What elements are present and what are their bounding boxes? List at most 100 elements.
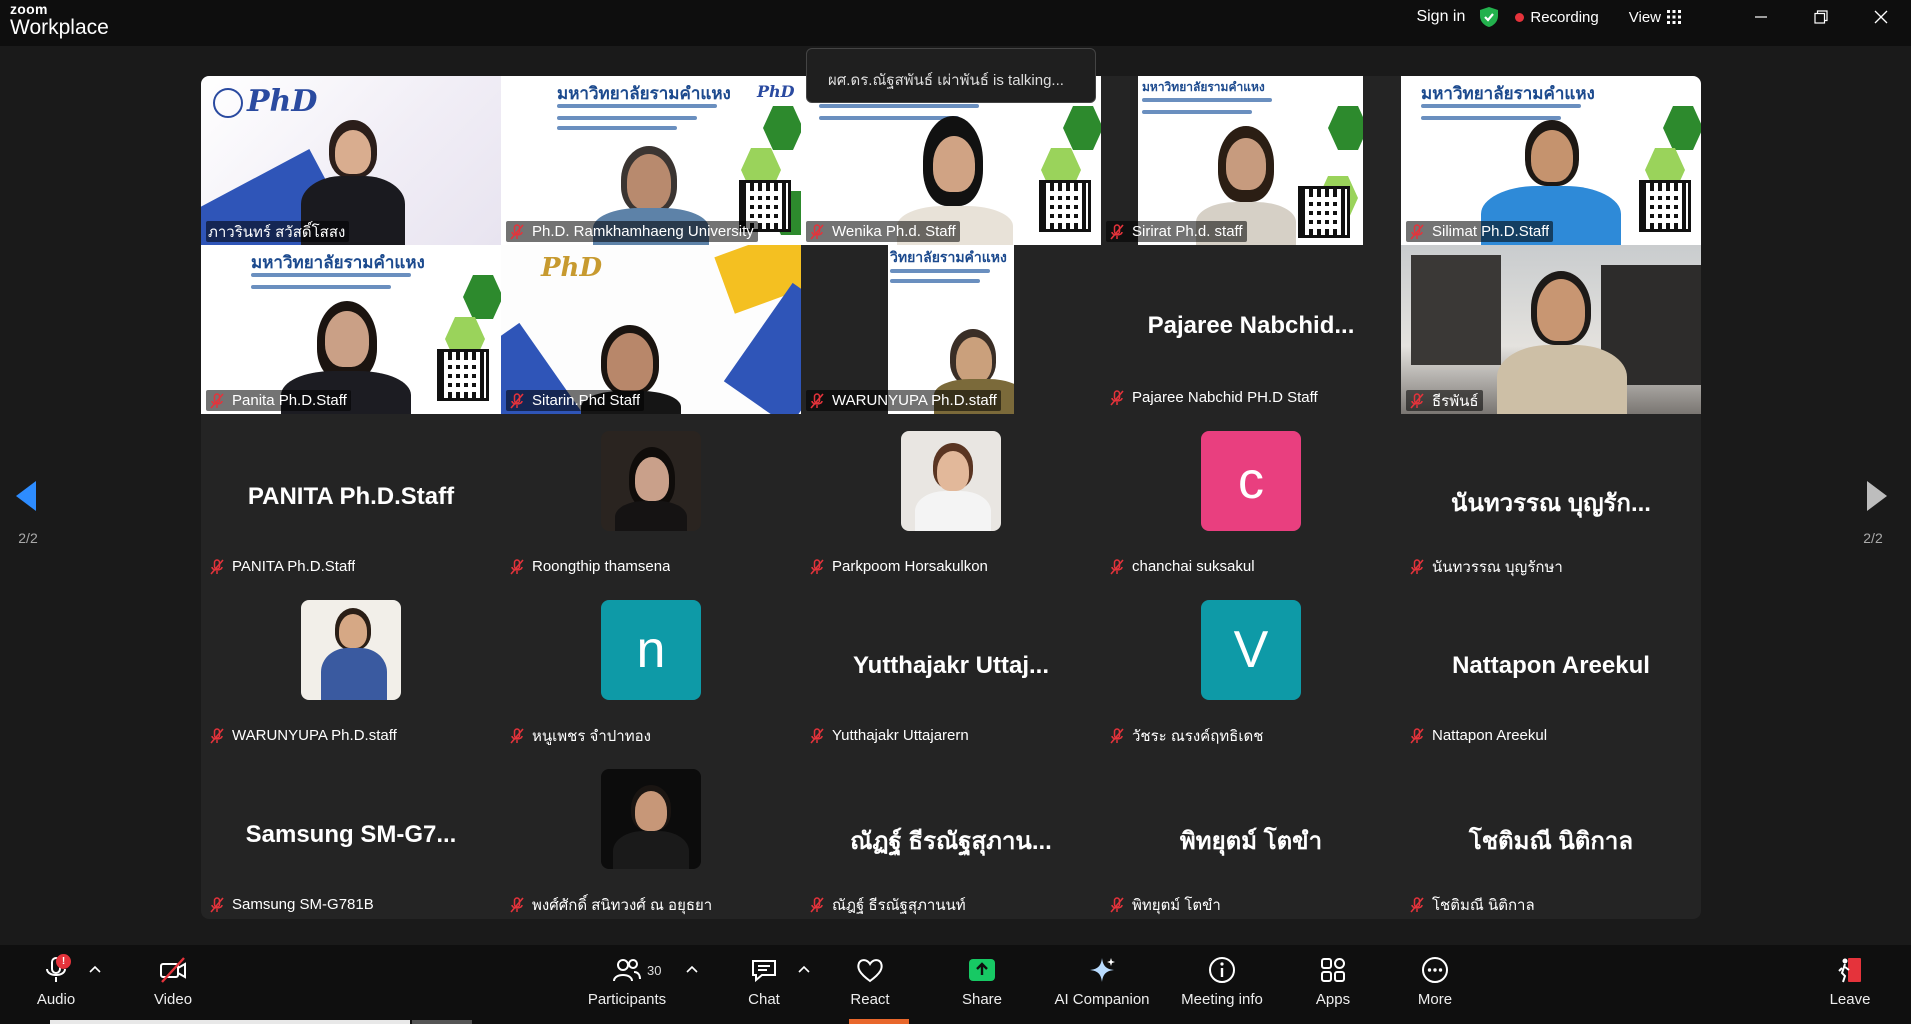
next-page-button[interactable]: 2/2 [1853,478,1893,558]
participants-options-chevron-icon[interactable] [686,965,698,973]
muted-mic-icon [1110,223,1124,240]
participant-name: WARUNYUPA Ph.D.staff [232,727,397,744]
view-button[interactable]: View [1629,9,1661,26]
participant-name-tag: พิทยุตม์ โตขำ [1106,894,1225,915]
participant-name: โชติมณี นิติกาล [1432,896,1535,914]
muted-mic-icon [1110,896,1124,913]
muted-mic-icon [810,727,824,744]
gallery-view: PhD ภาวรินทร์ สวัสดิ์โสสง มหาวิทยาลัยราม… [201,76,1701,919]
participant-tile[interactable]: พิทยุตม์ โตขำ พิทยุตม์ โตขำ [1101,752,1401,919]
muted-mic-icon [210,558,224,575]
muted-mic-icon [510,896,524,913]
participant-tile[interactable]: Parkpoom Horsakulkon [801,414,1101,583]
participant-tile[interactable]: V วัชระ ณรงค์ฤทธิเดช [1101,583,1401,752]
close-icon [1874,10,1888,24]
avatar [901,431,1001,531]
participant-video: มหาวิทยาลัยรามคำแหง PhD [501,76,801,245]
participant-name: Silimat Ph.D.Staff [1432,223,1550,240]
participant-tile[interactable]: Pajaree Nabchid... Pajaree Nabchid PH.D … [1101,245,1401,414]
participant-name: ภาวรินทร์ สวัสดิ์โสสง [208,223,346,241]
participant-name: วัชระ ณรงค์ฤทธิเดช [1132,727,1264,745]
audio-alert-badge: ! [56,954,71,969]
close-button[interactable] [1851,0,1911,34]
logo-zoom-text: zoom [10,1,48,17]
participant-tile[interactable]: c chanchai suksakul [1101,414,1401,583]
meeting-toolbar: Audio ! Video Participants 30 Chat React… [0,945,1911,1024]
participant-tile[interactable]: นันทวรรณ บุญรัก... นันทวรรณ บุญรักษา [1401,414,1701,583]
participant-tile[interactable]: WARUNYUPA Ph.D.staff [201,583,501,752]
muted-mic-icon [1410,727,1424,744]
meeting-info-button[interactable]: Meeting info [1177,945,1267,1024]
more-dots-icon [1422,957,1448,983]
apps-button[interactable]: Apps [1313,945,1353,1024]
bottom-indicator-line [50,1020,410,1024]
recording-label[interactable]: Recording [1530,9,1598,26]
muted-mic-icon [1410,896,1424,913]
participant-tile[interactable]: PANITA Ph.D.Staff PANITA Ph.D.Staff [201,414,501,583]
participant-tile[interactable]: มหาวิทยาลัยรามคำแหง Silimat Ph.D.Staff [1401,76,1701,245]
muted-mic-icon [810,392,824,409]
participant-tile[interactable]: Roongthip thamsena [501,414,801,583]
participants-button[interactable]: Participants [582,945,672,1024]
chat-button[interactable]: Chat [745,945,783,1024]
share-button[interactable]: Share [960,945,1004,1024]
participants-count: 30 [647,963,662,978]
participant-name-tag: WARUNYUPA Ph.D.staff [806,390,1001,411]
participant-tile[interactable]: ธีรพันธ์ [1401,245,1701,414]
leave-button[interactable]: Leave [1828,945,1872,1024]
participant-tile[interactable]: Samsung SM-G7... Samsung SM-G781B [201,752,501,919]
participant-video: มหาวิทยาลัยรามคำแหง [1101,76,1401,245]
active-speaker-text: ผศ.ดร.ณัฐสพันธ์ เผ่าพันธ์ is talking... [828,72,1064,89]
more-button[interactable]: More [1414,945,1456,1024]
muted-mic-icon [1110,727,1124,744]
participant-display-name: Nattapon Areekul [1452,652,1650,679]
chat-options-chevron-icon[interactable] [798,965,810,973]
participant-tile[interactable]: มหาวิทยาลัยรามคำแหง Panita Ph.D.Staff [201,245,501,414]
participant-name: Sitarin.Phd Staff [532,392,641,409]
participant-tile[interactable]: Yutthajakr Uttaj... Yutthajakr Uttajarer… [801,583,1101,752]
ai-companion-button[interactable]: AI Companion [1052,945,1152,1024]
participant-name-tag: Nattapon Areekul [1406,725,1551,746]
active-speaker-toast: ผศ.ดร.ณัฐสพันธ์ เผ่าพันธ์ is talking... [806,48,1096,103]
participant-tile[interactable]: พงศ์ศักดิ์ สนิทวงศ์ ณ อยุธยา [501,752,801,919]
security-shield-icon[interactable] [1479,6,1499,28]
phd-logo: PhD [247,84,318,119]
participant-tile[interactable]: มหาวิทยาลัยรามคำแหง Sirirat Ph.d. staff [1101,76,1401,245]
ai-sparkle-icon [1090,958,1115,982]
participant-display-name: ณัฏฐ์ ธีรณัฐสุภาน... [850,828,1052,855]
info-icon [1209,957,1235,983]
zoom-window: zoom Workplace Sign in Recording View ผศ… [0,0,1911,1024]
leave-exit-icon [1838,958,1861,983]
restore-button[interactable] [1791,0,1851,34]
participant-video: วิทยาลัยรามคำแหง [801,245,1101,414]
avatar [601,769,701,869]
participant-tile[interactable]: โชติมณี นิติกาล โชติมณี นิติกาล [1401,752,1701,919]
participant-tile[interactable]: PhD ภาวรินทร์ สวัสดิ์โสสง [201,76,501,245]
react-button[interactable]: React [850,945,890,1024]
participant-name-tag: Wenika Ph.d. Staff [806,221,960,242]
avatar [301,600,401,700]
participant-name-tag: chanchai suksakul [1106,556,1259,577]
participant-tile[interactable]: มหาวิทยาลัยรามคำแหง PhD Ph.D. Ramkhamhae… [501,76,801,245]
sign-in-link[interactable]: Sign in [1416,8,1465,26]
arrow-right-icon [1867,481,1887,511]
title-bar-controls: Sign in Recording View [1416,0,1911,34]
video-button[interactable]: Video [148,945,198,1024]
participant-tile[interactable]: n หนูเพชร จำปาทอง [501,583,801,752]
participant-name-tag: Panita Ph.D.Staff [206,390,351,411]
participant-tile[interactable]: Nattapon Areekul Nattapon Areekul [1401,583,1701,752]
participant-tile[interactable]: วิทยาลัยรามคำแหง WARUNYUPA Ph.D.staff [801,245,1101,414]
participant-display-name: Pajaree Nabchid... [1147,312,1355,339]
participant-name-tag: หนูเพชร จำปาทอง [506,725,655,746]
minimize-button[interactable] [1731,0,1791,34]
previous-page-button[interactable]: 2/2 [8,478,48,558]
view-grid-icon[interactable] [1667,10,1681,24]
participant-tile[interactable]: ณัฏฐ์ ธีรณัฐสุภาน... ณัฎฐ์ ธีรณัฐสุภานนท… [801,752,1101,919]
participant-video: มหาวิทยาลัยรามคำแหง [1401,76,1701,245]
participant-name: WARUNYUPA Ph.D.staff [832,392,997,409]
muted-mic-icon [810,223,824,240]
participant-name-tag: WARUNYUPA Ph.D.staff [206,725,401,746]
participant-name-tag: Roongthip thamsena [506,556,674,577]
participant-tile[interactable]: PhD Sitarin.Phd Staff [501,245,801,414]
audio-options-chevron-icon[interactable] [89,965,101,973]
